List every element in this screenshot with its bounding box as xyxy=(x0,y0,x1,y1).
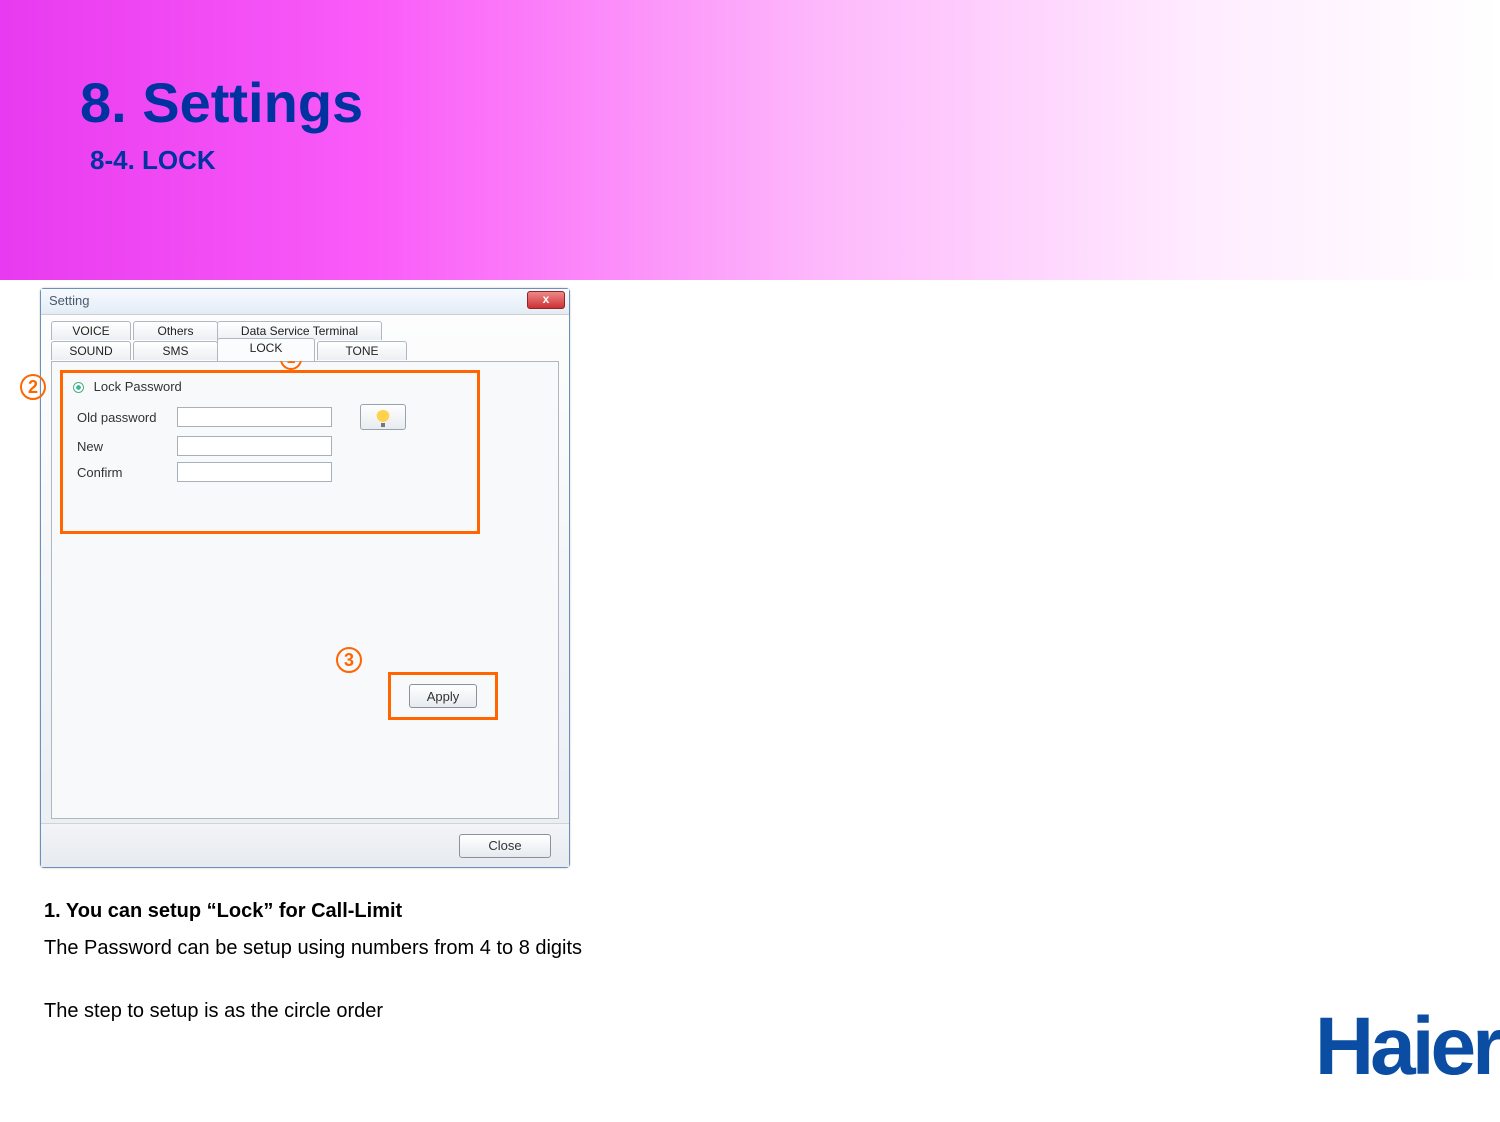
apply-button[interactable]: Apply xyxy=(409,684,477,708)
old-password-input[interactable] xyxy=(177,407,332,427)
confirm-password-label: Confirm xyxy=(77,465,177,480)
radio-selected-icon[interactable] xyxy=(73,382,84,393)
dialog-titlebar: Setting x xyxy=(41,289,569,315)
old-password-label: Old password xyxy=(77,410,177,425)
note-line-1: 1. You can setup “Lock” for Call-Limit xyxy=(44,900,582,923)
tab-tone[interactable]: TONE xyxy=(317,341,407,360)
tab-sound[interactable]: SOUND xyxy=(51,341,131,360)
tab-strip: VOICE Others Data Service Terminal SOUND… xyxy=(51,321,559,363)
page-title: 8. Settings xyxy=(80,70,363,135)
new-password-input[interactable] xyxy=(177,436,332,456)
haier-logo: Haier xyxy=(1315,1000,1500,1094)
lock-password-group: Lock Password Old password New Confirm xyxy=(60,370,480,534)
confirm-password-input[interactable] xyxy=(177,462,332,482)
hint-button[interactable] xyxy=(360,404,406,430)
callout-marker-3: 3 xyxy=(336,647,362,673)
tab-lock[interactable]: LOCK xyxy=(217,338,315,361)
page-subtitle: 8-4. LOCK xyxy=(90,145,363,176)
note-line-2: The Password can be setup using numbers … xyxy=(44,937,582,960)
instruction-notes: 1. You can setup “Lock” for Call-Limit T… xyxy=(44,900,582,1023)
tab-others[interactable]: Others xyxy=(133,321,218,340)
lock-password-group-title: Lock Password xyxy=(73,379,467,394)
apply-callout: Apply xyxy=(388,672,498,720)
dialog-title: Setting xyxy=(49,293,89,308)
dialog-close-button[interactable]: x xyxy=(527,291,565,309)
callout-marker-2: 2 xyxy=(20,374,46,400)
dialog-footer: Close xyxy=(41,823,569,867)
tab-voice[interactable]: VOICE xyxy=(51,321,131,340)
lightbulb-icon xyxy=(376,410,390,424)
settings-dialog: Setting x VOICE Others Data Service Term… xyxy=(40,288,570,868)
close-button[interactable]: Close xyxy=(459,834,551,858)
tab-sms[interactable]: SMS xyxy=(133,341,218,360)
new-password-label: New xyxy=(77,439,177,454)
tab-content-lock: Lock Password Old password New Confirm A… xyxy=(51,361,559,819)
lock-password-label: Lock Password xyxy=(94,379,182,394)
note-line-3: The step to setup is as the circle order xyxy=(44,1000,582,1023)
